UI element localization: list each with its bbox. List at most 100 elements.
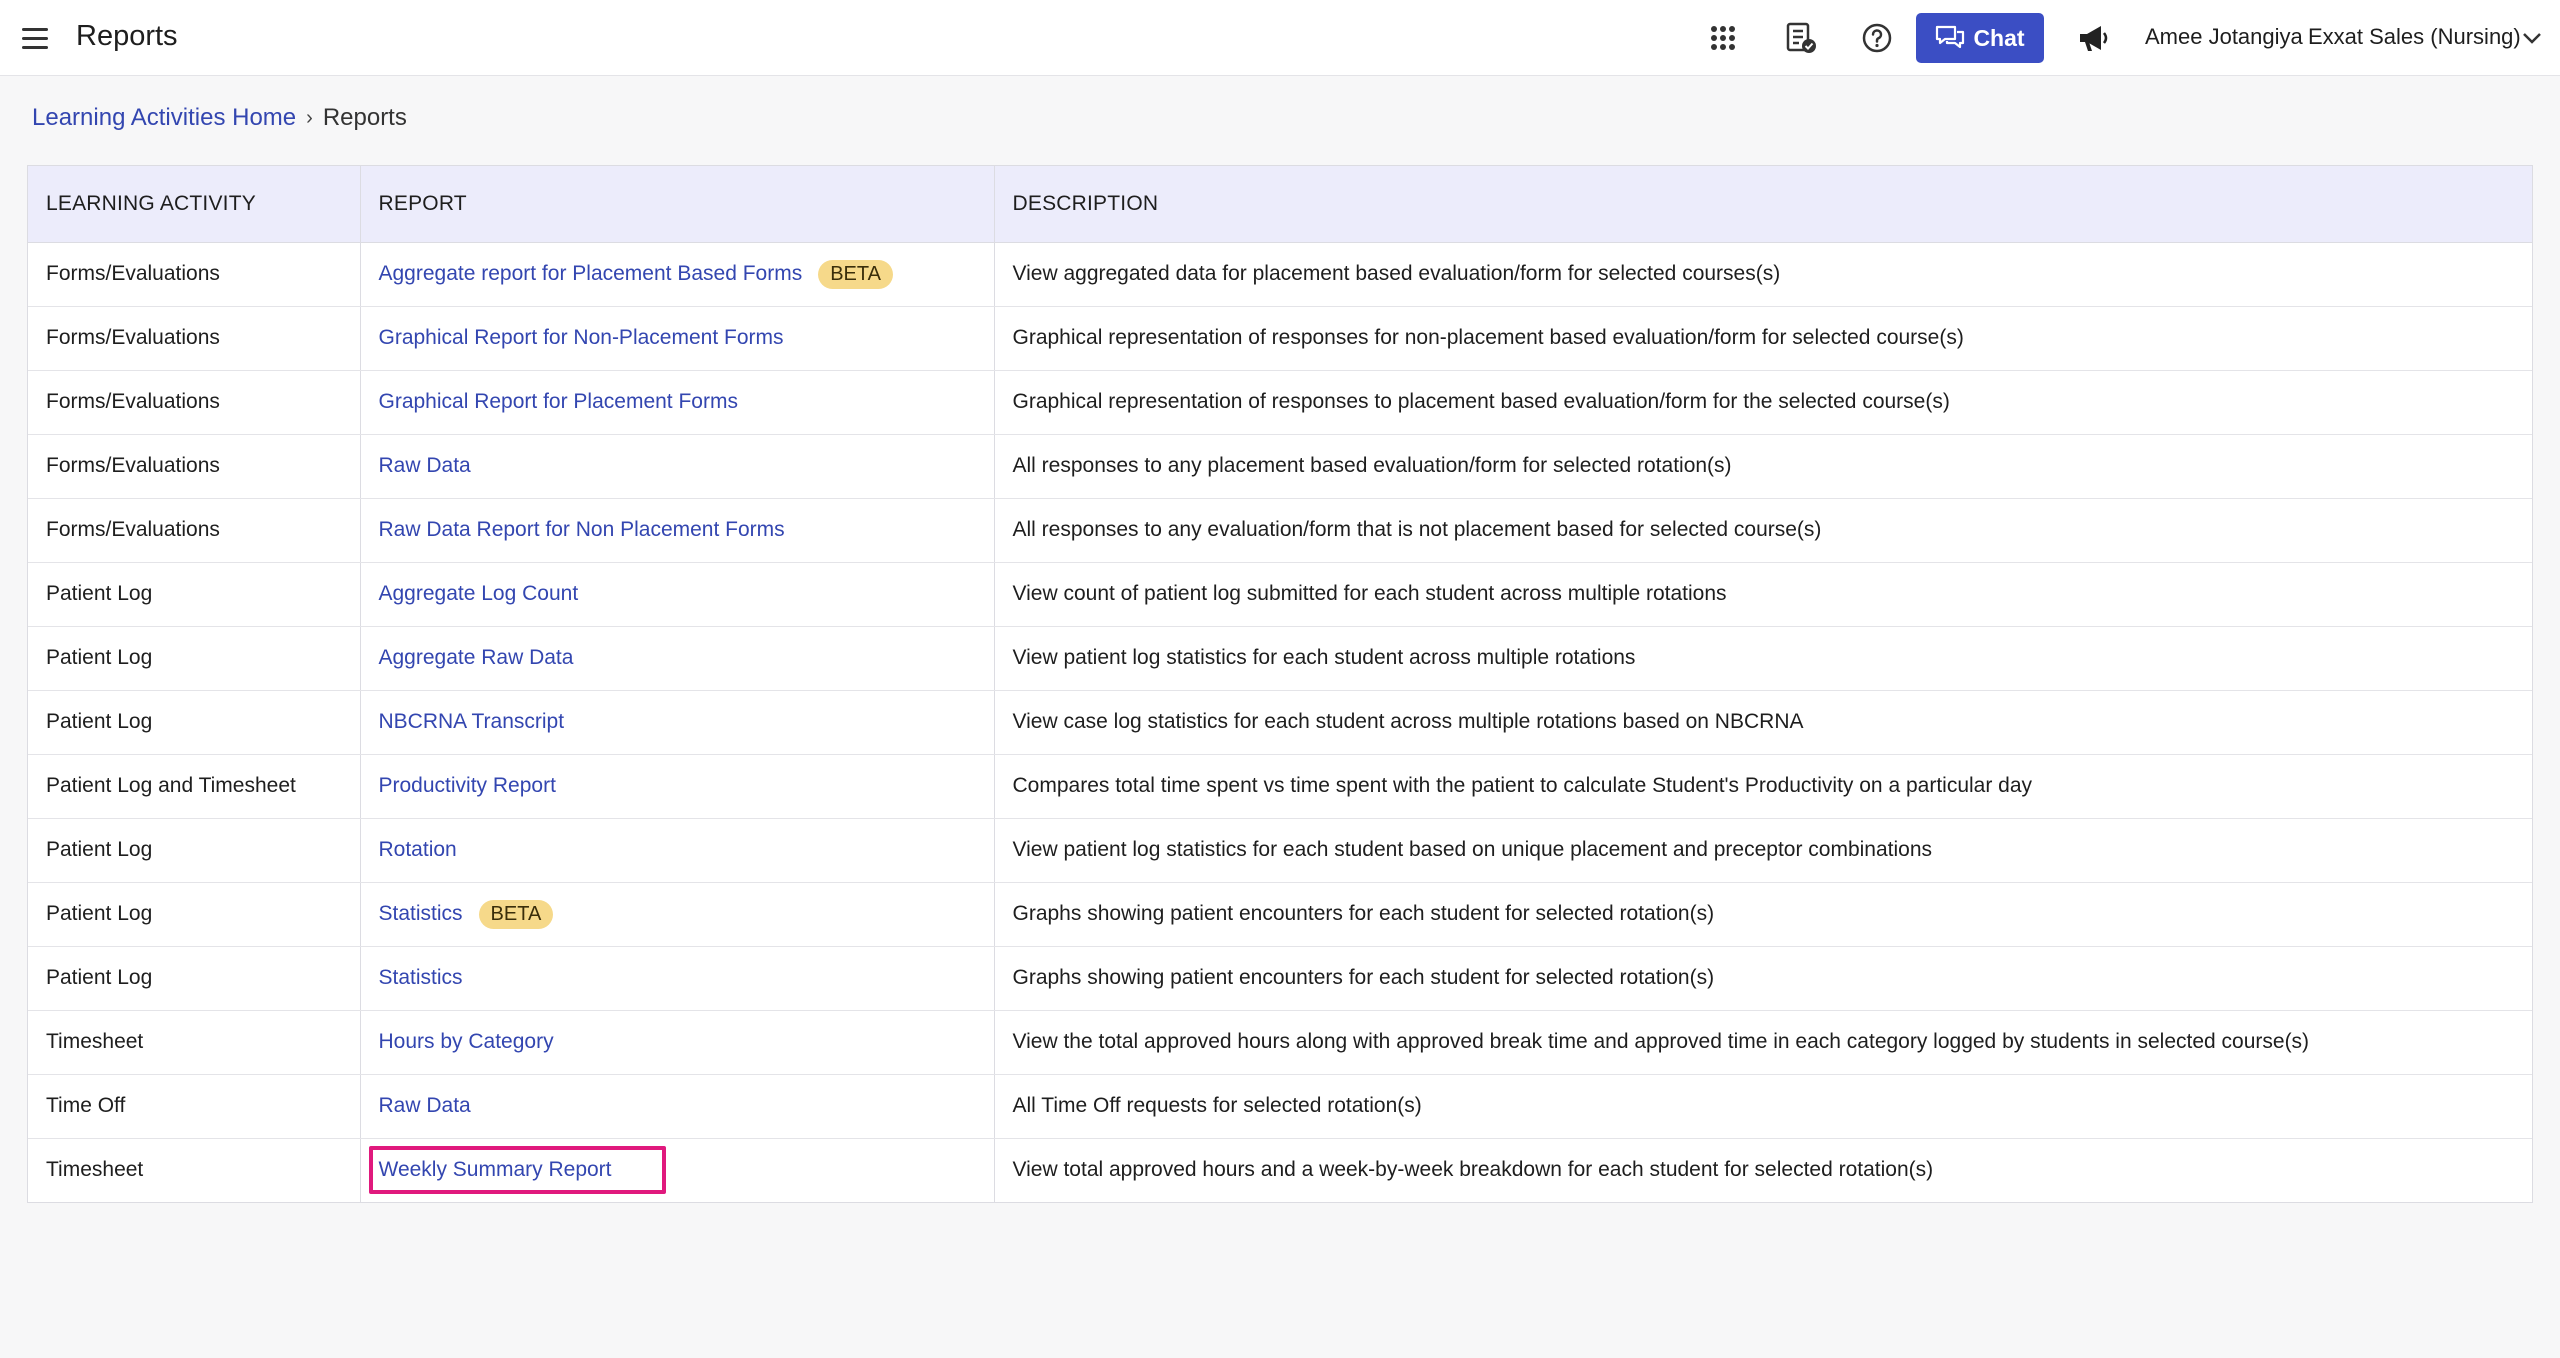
- beta-badge: BETA: [818, 259, 893, 289]
- cell-description: View patient log statistics for each stu…: [994, 626, 2532, 691]
- cell-report: Aggregate Raw Data: [360, 626, 995, 691]
- breadcrumb: Learning Activities Home › Reports: [32, 104, 407, 132]
- cell-description: View patient log statistics for each stu…: [994, 818, 2532, 883]
- report-link[interactable]: Aggregate Raw Data: [379, 646, 574, 669]
- cell-report: Hours by Category: [360, 1010, 995, 1075]
- cell-learning-activity: Time Off: [28, 1074, 361, 1139]
- breadcrumb-current: Reports: [322, 104, 407, 131]
- cell-description: View count of patient log submitted for …: [994, 562, 2532, 627]
- chat-icon: [1936, 25, 1965, 49]
- cell-learning-activity: Patient Log: [28, 882, 361, 947]
- table-row: Patient Log NBCRNA Transcript View case lo…: [28, 690, 2532, 755]
- cell-description: Graphical representation of responses to…: [994, 370, 2532, 435]
- report-link[interactable]: Hours by Category: [379, 1030, 554, 1053]
- cell-learning-activity: Forms/Evaluations: [28, 498, 361, 563]
- report-link[interactable]: Raw Data: [379, 1094, 471, 1117]
- cell-report: Aggregate report for Placement Based For…: [360, 242, 995, 307]
- table-row: Timesheet Hours by Category View the total…: [28, 1010, 2532, 1075]
- table-row: Forms/Evaluations Raw Data Report for Non…: [28, 498, 2532, 563]
- report-link[interactable]: Graphical Report for Placement Forms: [379, 390, 738, 413]
- report-link[interactable]: Raw Data Report for Non Placement Forms: [379, 518, 785, 541]
- chat-button-label: Chat: [1973, 24, 2025, 51]
- report-link[interactable]: Raw Data: [379, 454, 471, 477]
- chevron-right-icon: ›: [306, 106, 313, 129]
- cell-learning-activity: Patient Log: [28, 690, 361, 755]
- cell-learning-activity: Patient Log and Timesheet: [28, 754, 361, 819]
- table-row: Time Off Raw Data All Time Off requests fo…: [28, 1074, 2532, 1139]
- help-icon[interactable]: [1858, 19, 1896, 57]
- report-link[interactable]: Statistics: [379, 902, 463, 925]
- table-row: Forms/Evaluations Graphical Report for No…: [28, 306, 2532, 371]
- column-header-learning-activity: LEARNING ACTIVITY: [28, 166, 361, 243]
- cell-description: All responses to any placement based eva…: [994, 434, 2532, 499]
- top-bar: Reports Chat Amee Jotangiya Exxat Sales …: [0, 0, 2560, 76]
- cell-description: Graphical representation of responses fo…: [994, 306, 2532, 371]
- cell-learning-activity: Patient Log: [28, 818, 361, 883]
- cell-learning-activity: Forms/Evaluations: [28, 434, 361, 499]
- cell-description: View aggregated data for placement based…: [994, 242, 2532, 307]
- chat-button[interactable]: Chat: [1916, 13, 2044, 63]
- report-link[interactable]: Aggregate Log Count: [379, 582, 579, 605]
- megaphone-icon[interactable]: [2075, 19, 2113, 57]
- checklist-icon[interactable]: [1782, 19, 1820, 57]
- report-link[interactable]: Productivity Report: [379, 774, 556, 797]
- table-row: Forms/Evaluations Raw Data All responses t…: [28, 434, 2532, 499]
- cell-learning-activity: Timesheet: [28, 1010, 361, 1075]
- cell-learning-activity: Forms/Evaluations: [28, 370, 361, 435]
- cell-report: Productivity Report: [360, 754, 995, 819]
- table-row: Patient Log Aggregate Log Count View count…: [28, 562, 2532, 627]
- cell-description: Graphs showing patient encounters for ea…: [994, 882, 2532, 947]
- cell-report: Weekly Summary Report: [360, 1138, 995, 1202]
- cell-description: View case log statistics for each studen…: [994, 690, 2532, 755]
- table-row: Forms/Evaluations Aggregate report for Pl…: [28, 242, 2532, 307]
- user-name: Amee Jotangiya: [2145, 24, 2303, 49]
- cell-learning-activity: Patient Log: [28, 562, 361, 627]
- cell-description: View total approved hours and a week-by-…: [1012, 1158, 1934, 1182]
- cell-learning-activity: Patient Log: [28, 626, 361, 691]
- page-title: Reports: [76, 20, 178, 52]
- report-link[interactable]: NBCRNA Transcript: [379, 710, 565, 733]
- table-header-row: LEARNING ACTIVITY REPORT DESCRIPTION: [28, 166, 2532, 243]
- column-header-description: DESCRIPTION: [994, 166, 2532, 243]
- table-row: Forms/Evaluations Graphical Report for Pl…: [28, 370, 2532, 435]
- report-link[interactable]: Rotation: [379, 838, 457, 861]
- table-row: Patient Log Rotation View patient log stat…: [28, 818, 2532, 883]
- cell-learning-activity: Timesheet: [28, 1138, 361, 1202]
- report-link[interactable]: Statistics: [379, 966, 463, 989]
- chevron-down-icon[interactable]: [2520, 26, 2544, 50]
- report-link[interactable]: Weekly Summary Report: [379, 1158, 612, 1181]
- grid-icon[interactable]: [1704, 19, 1742, 57]
- cell-report: Statistics: [360, 946, 995, 1011]
- table-row: Timesheet Weekly Summary Report View total…: [28, 1138, 2532, 1202]
- cell-description: View the total approved hours along with…: [994, 1010, 2532, 1075]
- table-row: Patient Log Statistics Graphs showing pati…: [28, 946, 2532, 1011]
- org-selector[interactable]: Exxat Sales (Nursing): [2308, 24, 2521, 50]
- table-row: Patient Log Aggregate Raw Data View patien…: [28, 626, 2532, 691]
- highlight-box: Weekly Summary Report: [368, 1146, 666, 1195]
- cell-learning-activity: Patient Log: [28, 946, 361, 1011]
- cell-description: Compares total time spent vs time spent …: [994, 754, 2532, 819]
- beta-badge: BETA: [478, 899, 554, 929]
- column-header-report: REPORT: [360, 166, 995, 243]
- cell-description: All responses to any evaluation/form tha…: [994, 498, 2532, 563]
- table-row: Patient Log Statistics BETA Graphs showing …: [28, 882, 2532, 947]
- cell-report: NBCRNA Transcript: [360, 690, 995, 755]
- cell-report: Raw Data: [360, 434, 995, 499]
- cell-description: Graphs showing patient encounters for ea…: [994, 946, 2532, 1011]
- cell-description: All Time Off requests for selected rotat…: [994, 1074, 2532, 1139]
- cell-report: Graphical Report for Placement Forms: [360, 370, 995, 435]
- cell-report: Rotation: [360, 818, 995, 883]
- report-link[interactable]: Aggregate report for Placement Based For…: [379, 262, 803, 285]
- cell-learning-activity: Forms/Evaluations: [28, 306, 361, 371]
- reports-table: LEARNING ACTIVITY REPORT DESCRIPTION For…: [27, 165, 2533, 1203]
- cell-learning-activity: Forms/Evaluations: [28, 242, 361, 307]
- table-row: Patient Log and Timesheet Productivity Re…: [28, 754, 2532, 819]
- cell-report: Raw Data: [360, 1074, 995, 1139]
- cell-report: Aggregate Log Count: [360, 562, 995, 627]
- hamburger-icon[interactable]: [22, 22, 54, 54]
- cell-report: Raw Data Report for Non Placement Forms: [360, 498, 995, 563]
- report-link[interactable]: Graphical Report for Non-Placement Forms: [379, 326, 784, 349]
- cell-report: Statistics BETA: [360, 882, 995, 947]
- breadcrumb-home-link[interactable]: Learning Activities Home: [32, 104, 296, 132]
- cell-report: Graphical Report for Non-Placement Forms: [360, 306, 995, 371]
